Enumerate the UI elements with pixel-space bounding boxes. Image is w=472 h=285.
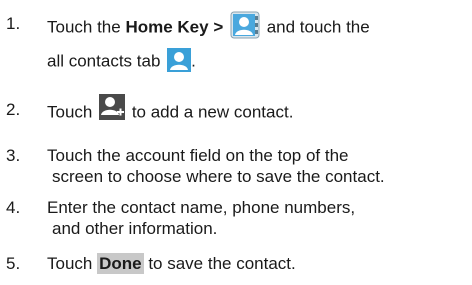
step-number: 4.: [6, 198, 21, 217]
all-contacts-tab-icon: [167, 48, 192, 72]
home-key-label: Home Key >: [125, 17, 228, 37]
done-button-label: Done: [97, 253, 144, 274]
step-number: 1.: [6, 14, 21, 33]
step-text-line-1: Touch the Home Key > and touch the: [47, 11, 370, 42]
step-text-line-2: and other information.: [52, 219, 218, 238]
add-contact-icon: [99, 94, 126, 120]
step-number: 5.: [6, 254, 21, 273]
step-text-line-1: Touch the account field on the top of th…: [47, 146, 349, 165]
step-text-line-2: screen to choose where to save the conta…: [52, 167, 385, 186]
step-text: Touch to add a new contact.: [47, 94, 293, 126]
contacts-app-icon: [230, 11, 260, 39]
step-number: 2.: [6, 100, 21, 119]
step-text-line-1: Enter the contact name, phone numbers,: [47, 198, 356, 217]
step-text-line-2: all contacts tab .: [47, 48, 196, 74]
step-text: Touch Done to save the contact.: [47, 253, 296, 274]
step-number: 3.: [6, 146, 21, 165]
